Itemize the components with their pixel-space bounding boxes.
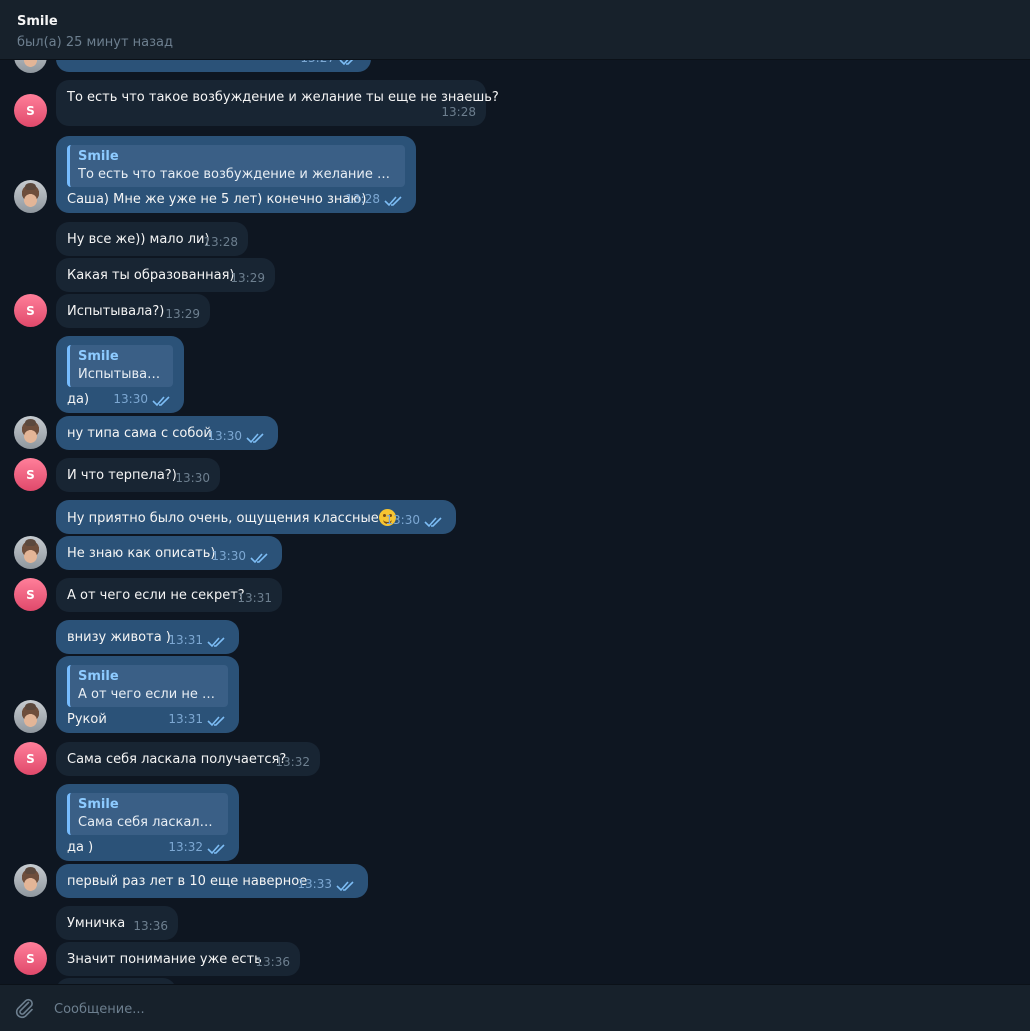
- message-time: 13:28: [203, 235, 238, 249]
- contact-avatar[interactable]: S: [14, 294, 47, 327]
- message-time: 13:29: [165, 307, 200, 321]
- message-text: да ): [67, 840, 94, 855]
- message-time: 13:30: [113, 392, 148, 406]
- message-text: Ну все же)) мало ли): [67, 232, 210, 247]
- contact-avatar[interactable]: S: [14, 578, 47, 611]
- reply-text: А от чего если не сек...: [78, 687, 220, 702]
- message-time: 13:29: [230, 271, 265, 285]
- message-text: Умничка: [67, 916, 126, 931]
- message-outgoing[interactable]: Ну приятно было очень, ощущения классные…: [56, 500, 456, 534]
- message-incoming[interactable]: Ну все же)) мало ли) 13:28: [56, 222, 248, 256]
- reply-quote[interactable]: Smile А от чего если не сек...: [67, 665, 228, 707]
- user-avatar[interactable]: [14, 700, 47, 733]
- message-outgoing[interactable]: Не знаю как описать) 13:30: [56, 536, 282, 570]
- contact-avatar[interactable]: S: [14, 742, 47, 775]
- message-text: А от чего если не секрет?: [67, 588, 245, 603]
- read-checkmark-icon: [207, 637, 225, 648]
- message-time: 13:36: [255, 955, 290, 969]
- read-checkmark-icon: [250, 553, 268, 564]
- read-checkmark-icon: [336, 881, 354, 892]
- reply-text: Испытывала?): [78, 367, 165, 382]
- message-outgoing[interactable]: Smile А от чего если не сек... Рукой 13:…: [56, 656, 239, 733]
- message-text: И что терпела?): [67, 468, 177, 483]
- message-text: Какая ты образованная): [67, 268, 235, 283]
- message-outgoing[interactable]: Smile Сама себя ласкала п... да ) 13:32: [56, 784, 239, 861]
- paperclip-icon[interactable]: [12, 996, 36, 1020]
- user-avatar[interactable]: [14, 416, 47, 449]
- message-text: Сама себя ласкала получается?: [67, 752, 287, 767]
- message-incoming[interactable]: И что терпела?) 13:30: [56, 458, 220, 492]
- message-text: внизу живота ): [67, 630, 171, 645]
- reply-author: Smile: [78, 149, 119, 164]
- message-outgoing[interactable]: первый раз лет в 10 еще наверное 13:33: [56, 864, 368, 898]
- message-text: Рукой: [67, 712, 107, 727]
- message-time: 13:32: [275, 755, 310, 769]
- message-outgoing[interactable]: ну типа сама с собой 13:30: [56, 416, 278, 450]
- read-checkmark-icon: [152, 396, 170, 407]
- message-text: ну типа сама с собой: [67, 426, 212, 441]
- message-time: 13:28: [441, 105, 476, 119]
- message-incoming[interactable]: То есть что такое возбуждение и желание …: [56, 80, 499, 126]
- message-incoming[interactable]: Значит понимание уже есть 13:36: [56, 942, 300, 976]
- message-text: Испытывала?): [67, 304, 165, 319]
- message-time: 13:32: [168, 840, 203, 854]
- reply-author: Smile: [78, 349, 119, 364]
- message-incoming[interactable]: Умничка 13:36: [56, 906, 178, 940]
- message-time: 13:30: [211, 549, 246, 563]
- message-incoming[interactable]: Какая ты образованная) 13:29: [56, 258, 275, 292]
- message-outgoing[interactable]: Smile Испытывала?) да) 13:30: [56, 336, 184, 413]
- reply-quote[interactable]: Smile Испытывала?): [67, 345, 173, 387]
- message-outgoing[interactable]: внизу живота ) 13:31: [56, 620, 239, 654]
- read-checkmark-icon: [384, 196, 402, 207]
- read-checkmark-icon: [207, 716, 225, 727]
- reply-author: Smile: [78, 797, 119, 812]
- message-composer: [0, 984, 1030, 1031]
- reply-text: Сама себя ласкала п...: [78, 815, 220, 830]
- message-text: Ну приятно было очень, ощущения классные: [67, 511, 379, 526]
- read-checkmark-icon: [207, 844, 225, 855]
- read-checkmark-icon: [246, 433, 264, 444]
- message-text: Не знаю как описать): [67, 546, 216, 561]
- reply-quote[interactable]: Smile То есть что такое возбуждение и же…: [67, 145, 405, 187]
- message-time: 13:31: [168, 633, 203, 647]
- message-incoming[interactable]: Сама себя ласкала получается? 13:32: [56, 742, 320, 776]
- message-incoming[interactable]: А от чего если не секрет? 13:31: [56, 578, 282, 612]
- contact-avatar[interactable]: S: [14, 942, 47, 975]
- message-text: Значит понимание уже есть: [67, 952, 262, 967]
- message-time: 13:30: [175, 471, 210, 485]
- reply-text: То есть что такое возбуждение и желание …: [78, 167, 397, 182]
- user-avatar[interactable]: [14, 536, 47, 569]
- message-time: 13:28: [345, 192, 380, 206]
- contact-avatar[interactable]: S: [14, 458, 47, 491]
- read-checkmark-icon: [424, 517, 442, 528]
- chat-title[interactable]: Smile: [17, 14, 58, 29]
- message-list[interactable]: 13:27 S То есть что такое возбуждение и …: [0, 0, 1030, 984]
- message-time: 13:30: [207, 429, 242, 443]
- message-time: 13:36: [133, 919, 168, 933]
- message-time: 13:33: [297, 877, 332, 891]
- message-outgoing[interactable]: Smile То есть что такое возбуждение и же…: [56, 136, 416, 213]
- contact-avatar[interactable]: S: [14, 94, 47, 127]
- message-text: То есть что такое возбуждение и желание …: [67, 90, 499, 105]
- message-time: 13:31: [168, 712, 203, 726]
- user-avatar[interactable]: [14, 180, 47, 213]
- reply-author: Smile: [78, 669, 119, 684]
- reply-quote[interactable]: Smile Сама себя ласкала п...: [67, 793, 228, 835]
- message-text: первый раз лет в 10 еще наверное: [67, 874, 308, 889]
- message-time: 13:30: [385, 513, 420, 527]
- chat-header[interactable]: Smile был(а) 25 минут назад: [0, 0, 1030, 60]
- message-incoming[interactable]: Испытывала?) 13:29: [56, 294, 210, 328]
- user-avatar[interactable]: [14, 864, 47, 897]
- message-time: 13:31: [237, 591, 272, 605]
- last-seen-status: был(а) 25 минут назад: [17, 35, 173, 50]
- message-input[interactable]: [52, 998, 956, 1020]
